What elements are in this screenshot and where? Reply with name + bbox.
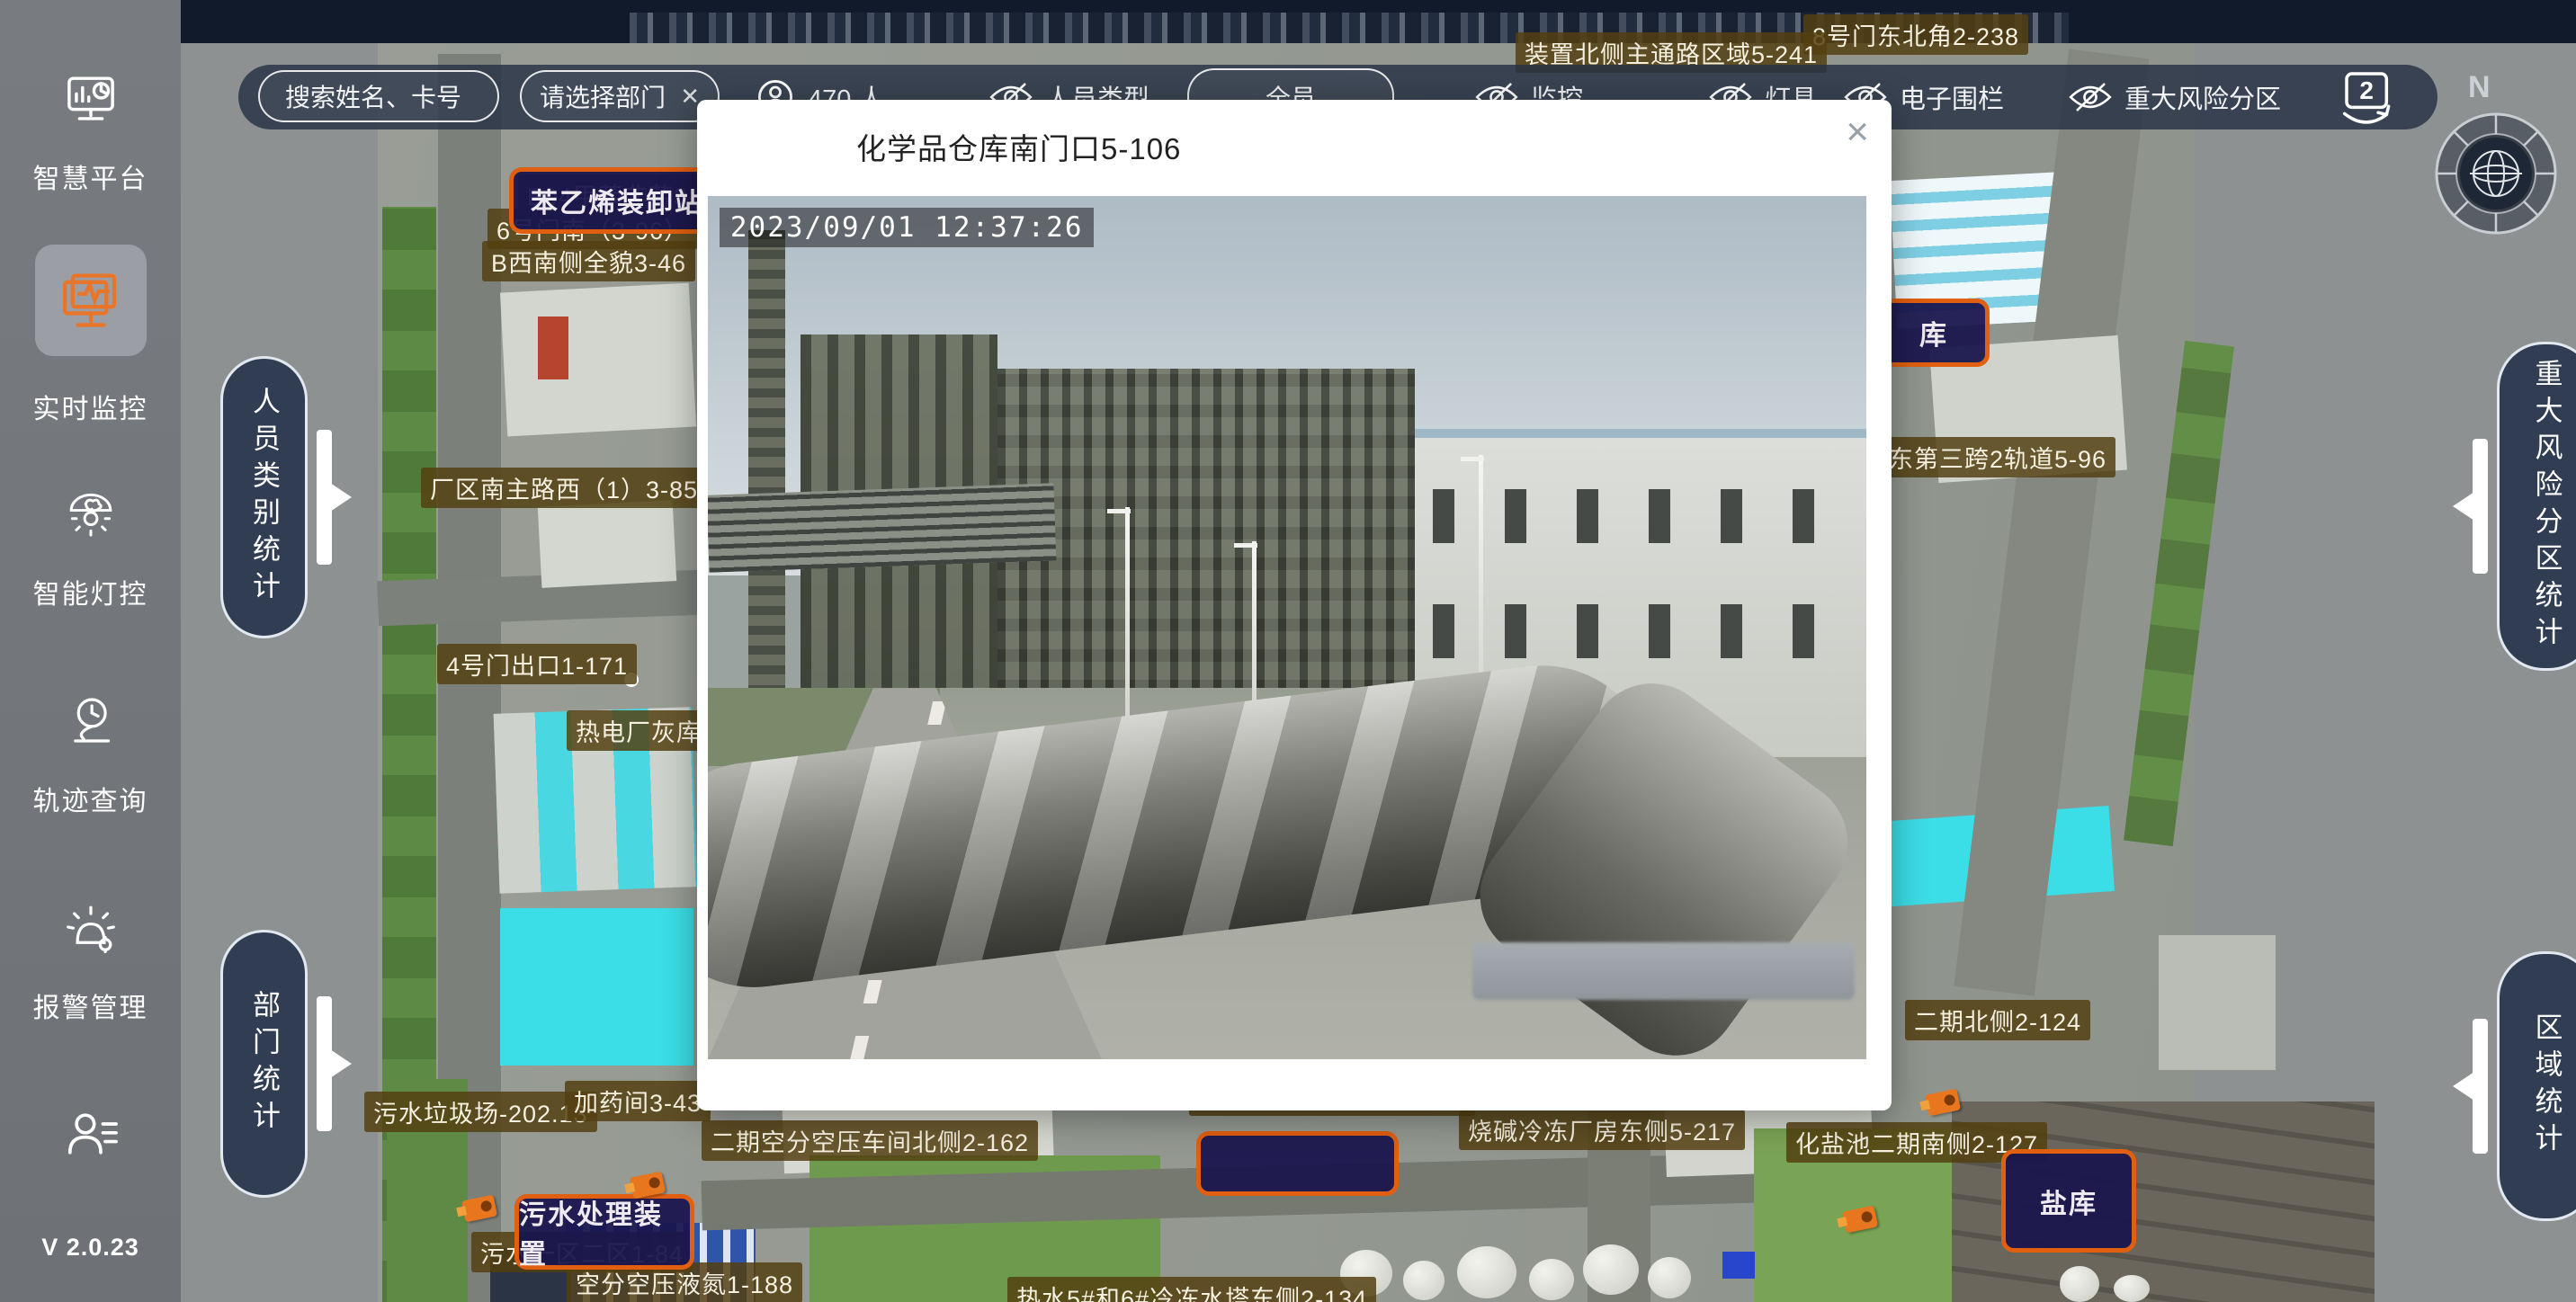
sidebar-item-label: 智能灯控 — [33, 572, 148, 611]
department-select[interactable]: 请选择部门 ✕ — [520, 70, 720, 122]
trajectory-icon — [63, 692, 119, 748]
compass-north-label: N — [2468, 70, 2491, 105]
sidebar-item-user[interactable] — [0, 1104, 181, 1164]
toggle-label: 重大风险分区 — [2124, 78, 2281, 116]
screen-switch-button[interactable]: 2 — [2334, 67, 2397, 131]
map-camera-label[interactable]: 8号门东北角2-238 — [1803, 14, 2028, 55]
map-storage-tank — [1457, 1246, 1516, 1298]
sidebar-item-realtime-monitor[interactable]: 实时监控 — [0, 245, 181, 426]
map-camera-label[interactable]: 4号门出口1-171 — [437, 644, 637, 684]
map-pool — [500, 908, 693, 1066]
map-storage-tank — [2060, 1266, 2099, 1302]
tab-label: 区域统计 — [2527, 1012, 2567, 1160]
tab-label: 重大风险分区统计 — [2527, 359, 2567, 654]
tab-label: 部门统计 — [244, 990, 284, 1137]
department-placeholder: 请选择部门 — [540, 78, 666, 114]
map-horizon-strip — [0, 0, 2576, 43]
map-storage-tank — [2114, 1275, 2150, 1302]
active-item-highlight — [35, 245, 147, 356]
toggle-risk-zone[interactable]: 重大风险分区 — [2069, 65, 2281, 129]
video-timestamp: 2023/09/01 12:37:26 — [720, 208, 1095, 247]
dashboard-monitor-icon — [63, 70, 119, 126]
map-area-label[interactable]: 盐库 — [2001, 1149, 2136, 1253]
map-camera-label[interactable]: 厂区南主路西（1）3-85 — [421, 468, 707, 508]
video-structure — [748, 230, 785, 714]
toggle-label: 电子围栏 — [1900, 78, 2004, 116]
map-building — [538, 500, 677, 588]
modal-title: 化学品仓库南门口5-106 — [856, 125, 1181, 168]
map-camera-label[interactable]: 热电厂灰库 — [567, 710, 711, 751]
map-storage-tank — [1529, 1259, 1574, 1300]
expand-arrow-icon[interactable] — [2473, 1019, 2488, 1154]
map-storage-tank — [1583, 1244, 1639, 1295]
video-pipe-rack — [708, 484, 1057, 574]
sidebar-item-label: 轨迹查询 — [33, 779, 148, 818]
sidebar-item-platform[interactable]: 智慧平台 — [0, 70, 181, 196]
sidebar-item-smart-light[interactable]: 智能灯控 — [0, 486, 181, 611]
map-building — [2159, 935, 2276, 1070]
map-building — [1722, 1252, 1755, 1279]
map-area-label[interactable]: 库 — [1878, 299, 1990, 367]
tab-risk-zone-stats[interactable]: 重大风险分区统计 — [2497, 342, 2576, 671]
map-camera-label[interactable]: 二期北侧2-124 — [1905, 1000, 2090, 1040]
sidebar-item-label: 报警管理 — [33, 985, 148, 1025]
alarm-icon — [63, 899, 119, 955]
sidebar-item-alarm[interactable]: 报警管理 — [0, 899, 181, 1025]
realtime-monitor-icon — [56, 265, 126, 335]
sidebar-item-label: 实时监控 — [33, 387, 148, 426]
map-camera-label[interactable]: B西南侧全貌3-46 — [482, 241, 695, 281]
smart-lamp-icon — [63, 486, 119, 541]
search-placeholder: 搜索姓名、卡号 — [285, 78, 461, 114]
tab-person-category-stats[interactable]: 人员类别统计 — [220, 356, 308, 638]
map-camera-label[interactable]: 烧碱冷冻厂房东侧5-217 — [1459, 1110, 1745, 1150]
video-window-row — [1433, 489, 1853, 543]
screen-count-badge: 2 — [2359, 76, 2374, 104]
close-icon[interactable]: × — [1846, 112, 1869, 152]
map-camera-label[interactable]: 热水5#和6#冷冻水塔东侧2-134 — [1007, 1277, 1376, 1302]
camera-video-modal: 化学品仓库南门口5-106 × 2023/09/01 12:37:26 — [697, 100, 1892, 1110]
map-building — [500, 283, 696, 437]
camera-video-feed[interactable]: 2023/09/01 12:37:26 — [708, 196, 1866, 1059]
app-screen: B04甲苯非芳3-106号门南（3-96）B西南侧全貌3-46厂区南主路西（1）… — [0, 0, 2576, 1302]
sidebar-item-trajectory[interactable]: 轨迹查询 — [0, 692, 181, 818]
map-area-label[interactable]: 污水处理装置 — [514, 1194, 694, 1270]
sidebar-item-label: 智慧平台 — [33, 156, 148, 196]
compass-widget[interactable] — [2428, 106, 2563, 241]
map-storage-tank — [1648, 1257, 1691, 1298]
map-camera-label[interactable]: 污水垃圾场-202.13 — [364, 1092, 597, 1132]
map-area-label[interactable] — [1196, 1131, 1399, 1196]
video-window-row — [1433, 604, 1853, 658]
expand-arrow-icon[interactable] — [317, 430, 332, 565]
video-watermark-bar — [1472, 942, 1855, 999]
expand-arrow-icon[interactable] — [2473, 439, 2488, 574]
map-tower — [538, 317, 568, 379]
map-camera-label[interactable]: 二期空分空压车间北侧2-162 — [702, 1120, 1038, 1161]
sidebar: 智慧平台 实时监控 — [0, 0, 181, 1302]
map-camera-label[interactable]: 东第三跨2轨道5-96 — [1880, 437, 2115, 477]
user-list-icon — [61, 1104, 121, 1164]
map-camera-label[interactable]: 加药间3-43 — [565, 1081, 711, 1121]
expand-arrow-icon[interactable] — [317, 996, 332, 1131]
tab-department-stats[interactable]: 部门统计 — [220, 930, 308, 1198]
video-light-pole — [1125, 507, 1130, 749]
video-structure — [997, 369, 1415, 723]
app-version: V 2.0.23 — [0, 1234, 181, 1262]
eye-off-icon — [2069, 82, 2112, 112]
tab-label: 人员类别统计 — [244, 387, 284, 608]
map-area-label[interactable]: 苯乙烯装卸站 — [509, 167, 725, 234]
tab-area-stats[interactable]: 区域统计 — [2497, 951, 2576, 1221]
search-input[interactable]: 搜索姓名、卡号 — [258, 70, 499, 122]
map-storage-tank — [1403, 1261, 1445, 1300]
